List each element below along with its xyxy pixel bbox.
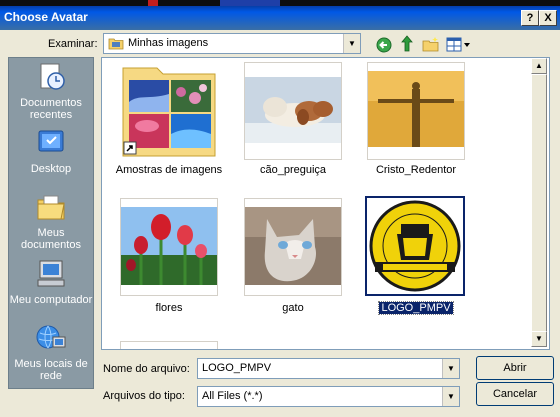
list-item-image[interactable]: flores xyxy=(108,198,230,322)
scroll-up-icon[interactable]: ▲ xyxy=(531,58,547,74)
title-bar: Choose Avatar ? X xyxy=(0,0,560,30)
filename-input[interactable]: LOGO_PMPV xyxy=(202,362,271,374)
file-label: LOGO_PMPV xyxy=(378,301,454,315)
place-label: Desktop xyxy=(30,163,72,175)
close-button[interactable]: X xyxy=(539,10,557,26)
file-label: gato xyxy=(282,302,304,314)
my-computer-icon xyxy=(37,260,65,287)
selected-thumbnail-frame xyxy=(365,196,465,296)
flowers-thumbnail xyxy=(121,207,217,285)
recent-documents-icon xyxy=(40,63,65,90)
thumbnail-frame xyxy=(244,198,342,296)
list-item-image[interactable]: Cristo_Redentor xyxy=(355,58,477,182)
cancel-button[interactable]: Cancelar xyxy=(476,382,554,406)
open-button[interactable]: Abrir xyxy=(476,356,554,380)
statue-thumbnail xyxy=(368,71,464,147)
places-bar: Documentos recentes Desktop Meus documen… xyxy=(8,57,94,389)
place-network[interactable]: Meus locais de rede xyxy=(9,323,93,382)
filename-combo[interactable]: LOGO_PMPV ▼ xyxy=(197,358,460,379)
list-item-image[interactable]: cão_preguiça xyxy=(232,58,354,182)
file-list[interactable]: Amostras de imagens cão_preguiça Cristo_… xyxy=(101,57,550,350)
cat-thumbnail xyxy=(245,207,341,285)
place-label: Meus documentos xyxy=(21,227,81,251)
network-places-icon xyxy=(36,325,66,349)
look-in-label: Examinar: xyxy=(48,38,98,50)
my-documents-icon xyxy=(37,195,65,220)
list-item-image[interactable]: gato xyxy=(232,198,354,322)
desktop-icon xyxy=(38,130,64,152)
new-folder-icon[interactable] xyxy=(422,36,440,52)
filetype-label: Arquivos do tipo: xyxy=(103,390,185,402)
scroll-down-icon[interactable]: ▼ xyxy=(531,331,547,347)
file-label-wrapper: LOGO_PMPV xyxy=(355,301,477,315)
place-recent-documents[interactable]: Documentos recentes xyxy=(9,62,93,121)
scroll-thumb[interactable] xyxy=(531,74,547,334)
file-label: cão_preguiça xyxy=(259,164,327,176)
thumbnail-frame xyxy=(244,62,342,160)
look-in-combo[interactable]: Minhas imagens ▼ xyxy=(103,33,361,54)
place-my-computer[interactable]: Meu computador xyxy=(9,259,93,306)
chevron-down-icon[interactable]: ▼ xyxy=(442,359,459,378)
list-item-image-selected[interactable]: LOGO_PMPV xyxy=(355,196,477,322)
place-label: Documentos recentes xyxy=(20,97,82,121)
list-item-folder[interactable]: Amostras de imagens xyxy=(108,58,230,182)
logo-thumbnail xyxy=(369,200,461,292)
window-title: Choose Avatar xyxy=(4,10,88,24)
file-label: Amostras de imagens xyxy=(115,164,223,176)
view-menu-icon[interactable] xyxy=(446,37,472,53)
file-label: Cristo_Redentor xyxy=(375,164,457,176)
filetype-combo[interactable]: All Files (*.*) ▼ xyxy=(197,386,460,407)
filename-label: Nome do arquivo: xyxy=(103,363,190,375)
thumbnail-frame xyxy=(120,198,218,296)
place-label: Meus locais de rede xyxy=(14,358,88,382)
vertical-scrollbar[interactable]: ▲ ▼ xyxy=(531,58,547,347)
look-in-value: Minhas imagens xyxy=(128,37,209,49)
place-label: Meu computador xyxy=(9,294,93,306)
chevron-down-icon[interactable]: ▼ xyxy=(442,387,459,406)
thumbnail-frame xyxy=(367,62,465,160)
help-button[interactable]: ? xyxy=(521,10,539,26)
thumbnail-frame-partial xyxy=(120,341,218,349)
dog-thumbnail xyxy=(245,77,341,143)
up-folder-icon[interactable] xyxy=(399,35,415,53)
chevron-down-icon[interactable]: ▼ xyxy=(343,34,360,53)
back-icon[interactable] xyxy=(376,37,392,53)
background-strip xyxy=(0,0,560,6)
filetype-value: All Files (*.*) xyxy=(202,390,263,402)
file-label: flores xyxy=(155,302,183,314)
place-my-documents[interactable]: Meus documentos xyxy=(9,192,93,251)
place-desktop[interactable]: Desktop xyxy=(9,128,93,175)
folder-icon xyxy=(108,38,124,50)
folder-thumbnail xyxy=(122,67,216,157)
